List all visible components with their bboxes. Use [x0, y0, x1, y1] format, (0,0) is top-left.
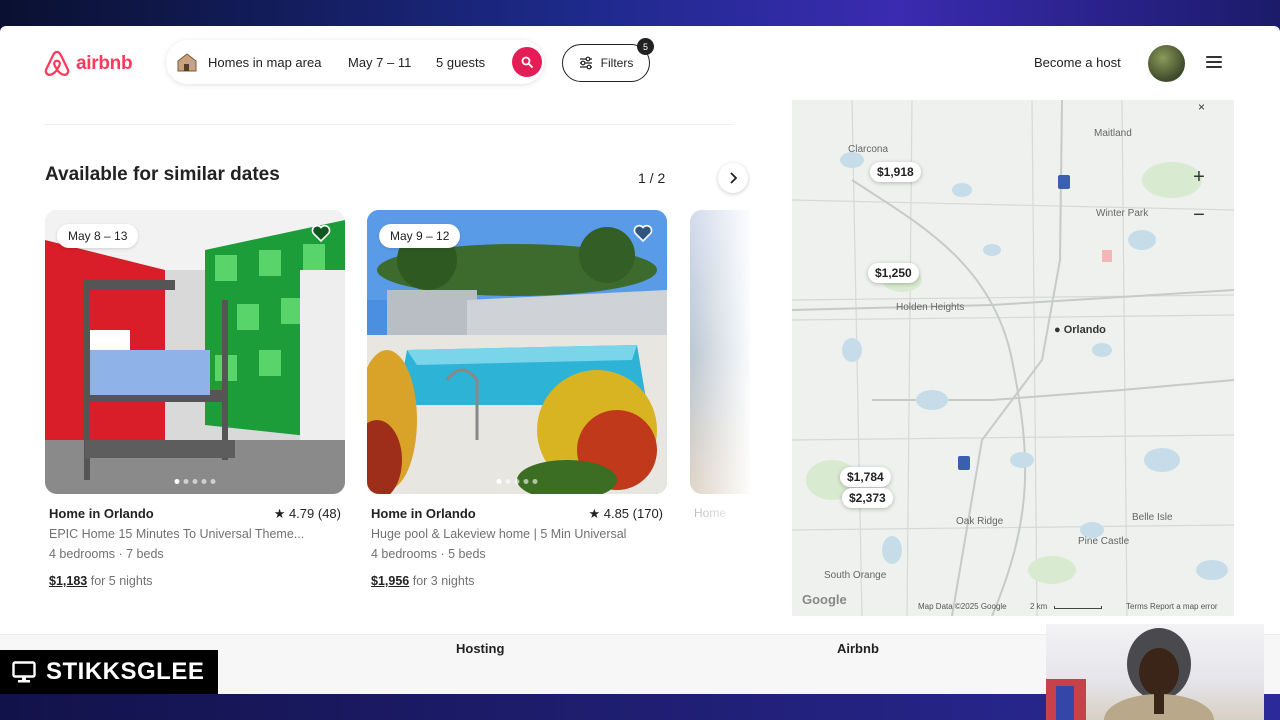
listing-description: EPIC Home 15 Minutes To Universal Theme.… [49, 527, 305, 541]
listing-card[interactable]: May 8 – 13 Home in Orlando ★ 4.79 (48) E… [45, 210, 345, 588]
close-map-icon[interactable]: × [1198, 100, 1205, 114]
carousel-fade [690, 210, 750, 610]
map-footer: Google Map Data ©2025 Google 2 km Terms … [792, 592, 1234, 616]
map-pin-icon: ● [1054, 324, 1061, 336]
map-price-pin[interactable]: $1,250 [868, 263, 919, 283]
webcam-overlay [1046, 624, 1264, 720]
map-place-label: Belle Isle [1132, 512, 1173, 523]
price-amount: $1,183 [49, 574, 88, 588]
avatar[interactable] [1148, 45, 1185, 82]
search-bar[interactable]: Homes in map area May 7 – 11 5 guests [166, 40, 544, 84]
map-place-label: Pine Castle [1078, 536, 1130, 547]
map-scale-bar [1054, 606, 1102, 609]
price-suffix: for 5 nights [90, 574, 153, 588]
webcam-person [1046, 628, 1214, 720]
photo-dots [174, 479, 216, 484]
price-suffix: for 3 nights [412, 574, 475, 588]
date-badge: May 9 – 12 [379, 224, 461, 248]
map-place-label: Holden Heights [896, 302, 965, 313]
map-place-label: Maitland [1094, 128, 1132, 139]
map-place-label: South Orange [824, 570, 887, 581]
listing-rating: ★ 4.79 (48) [273, 506, 341, 521]
footer-hosting-heading: Hosting [456, 641, 505, 656]
search-button[interactable] [512, 47, 542, 77]
map-city-label: ● Orlando [1054, 324, 1106, 336]
monitor-icon [12, 661, 36, 683]
listing-price: $1,956 for 3 nights [371, 574, 475, 588]
zoom-in-button[interactable]: + [1184, 162, 1214, 192]
divider [44, 124, 734, 125]
map-price-pin[interactable]: $2,373 [842, 488, 893, 508]
city-name: Orlando [1063, 324, 1106, 336]
header: airbnb Homes in map area May 7 – 11 5 gu… [0, 26, 1280, 102]
map-terms-link[interactable]: Terms [1126, 602, 1148, 611]
map-place-label: Clarcona [848, 144, 889, 155]
listing-beds: 4 bedrooms · 5 beds [371, 547, 486, 561]
listing-description: Huge pool & Lakeview home | 5 Min Univer… [371, 527, 627, 541]
search-icon [521, 56, 533, 68]
section-title: Available for similar dates [45, 164, 280, 185]
browser-page: airbnb Homes in map area May 7 – 11 5 gu… [0, 26, 1280, 694]
airbnb-logo-icon [44, 50, 70, 76]
listing-price: $1,183 for 5 nights [49, 574, 153, 588]
map-scale-label: 2 km [1030, 602, 1048, 611]
map-price-pin[interactable]: $1,918 [870, 162, 921, 182]
report-map-error-link[interactable]: Report a map error [1150, 602, 1218, 611]
become-host-link[interactable]: Become a host [1034, 55, 1121, 70]
photo-dots [496, 479, 538, 484]
map-data-attribution[interactable]: Map Data ©2025 Google [918, 602, 1007, 611]
map[interactable]: Clarcona Maitland Winter Park Holden Hei… [792, 100, 1234, 616]
stream-background-top [0, 0, 1280, 26]
sliders-icon [579, 56, 592, 70]
streamer-tag: STIKKSGLEE [0, 650, 218, 694]
streamer-name: STIKKSGLEE [46, 658, 205, 685]
listing-card[interactable]: May 9 – 12 Home in Orlando ★ 4.85 (170) … [367, 210, 667, 588]
listing-title: Home in Orlando [49, 506, 154, 521]
map-place-label: Oak Ridge [956, 516, 1004, 527]
listing-beds: 4 bedrooms · 7 beds [49, 547, 164, 561]
filters-label: Filters [600, 56, 634, 70]
google-logo: Google [802, 592, 847, 607]
logo-text: airbnb [76, 53, 133, 74]
pager-indicator: 1 / 2 [638, 170, 666, 186]
listing-photo[interactable]: May 9 – 12 [367, 210, 667, 494]
listing-title: Home in Orlando [371, 506, 476, 521]
listing-card-partial[interactable]: Home [690, 210, 750, 610]
search-dates[interactable]: May 7 – 11 [348, 55, 436, 70]
airbnb-logo[interactable]: airbnb [42, 48, 133, 80]
price-amount: $1,956 [371, 574, 410, 588]
zoom-out-button[interactable]: − [1184, 200, 1214, 230]
filters-button[interactable]: Filters 5 [562, 38, 654, 82]
map-place-label: Winter Park [1096, 208, 1149, 219]
next-page-button[interactable] [718, 163, 748, 193]
footer-airbnb-heading: Airbnb [837, 641, 879, 656]
chevron-right-icon [730, 172, 738, 184]
heart-icon[interactable] [311, 224, 331, 242]
listing-rating: ★ 4.85 (170) [588, 506, 663, 521]
map-price-pin[interactable]: $1,784 [840, 467, 891, 487]
heart-icon[interactable] [633, 224, 653, 242]
date-badge: May 8 – 13 [57, 224, 139, 248]
hamburger-menu-icon[interactable] [1206, 56, 1222, 68]
search-guests[interactable]: 5 guests [436, 55, 512, 70]
map-roads [792, 100, 1234, 616]
listing-photo[interactable]: May 8 – 13 [45, 210, 345, 494]
filters-count-badge: 5 [637, 38, 654, 55]
house-icon [174, 49, 200, 75]
search-location[interactable]: Homes in map area [208, 55, 348, 70]
